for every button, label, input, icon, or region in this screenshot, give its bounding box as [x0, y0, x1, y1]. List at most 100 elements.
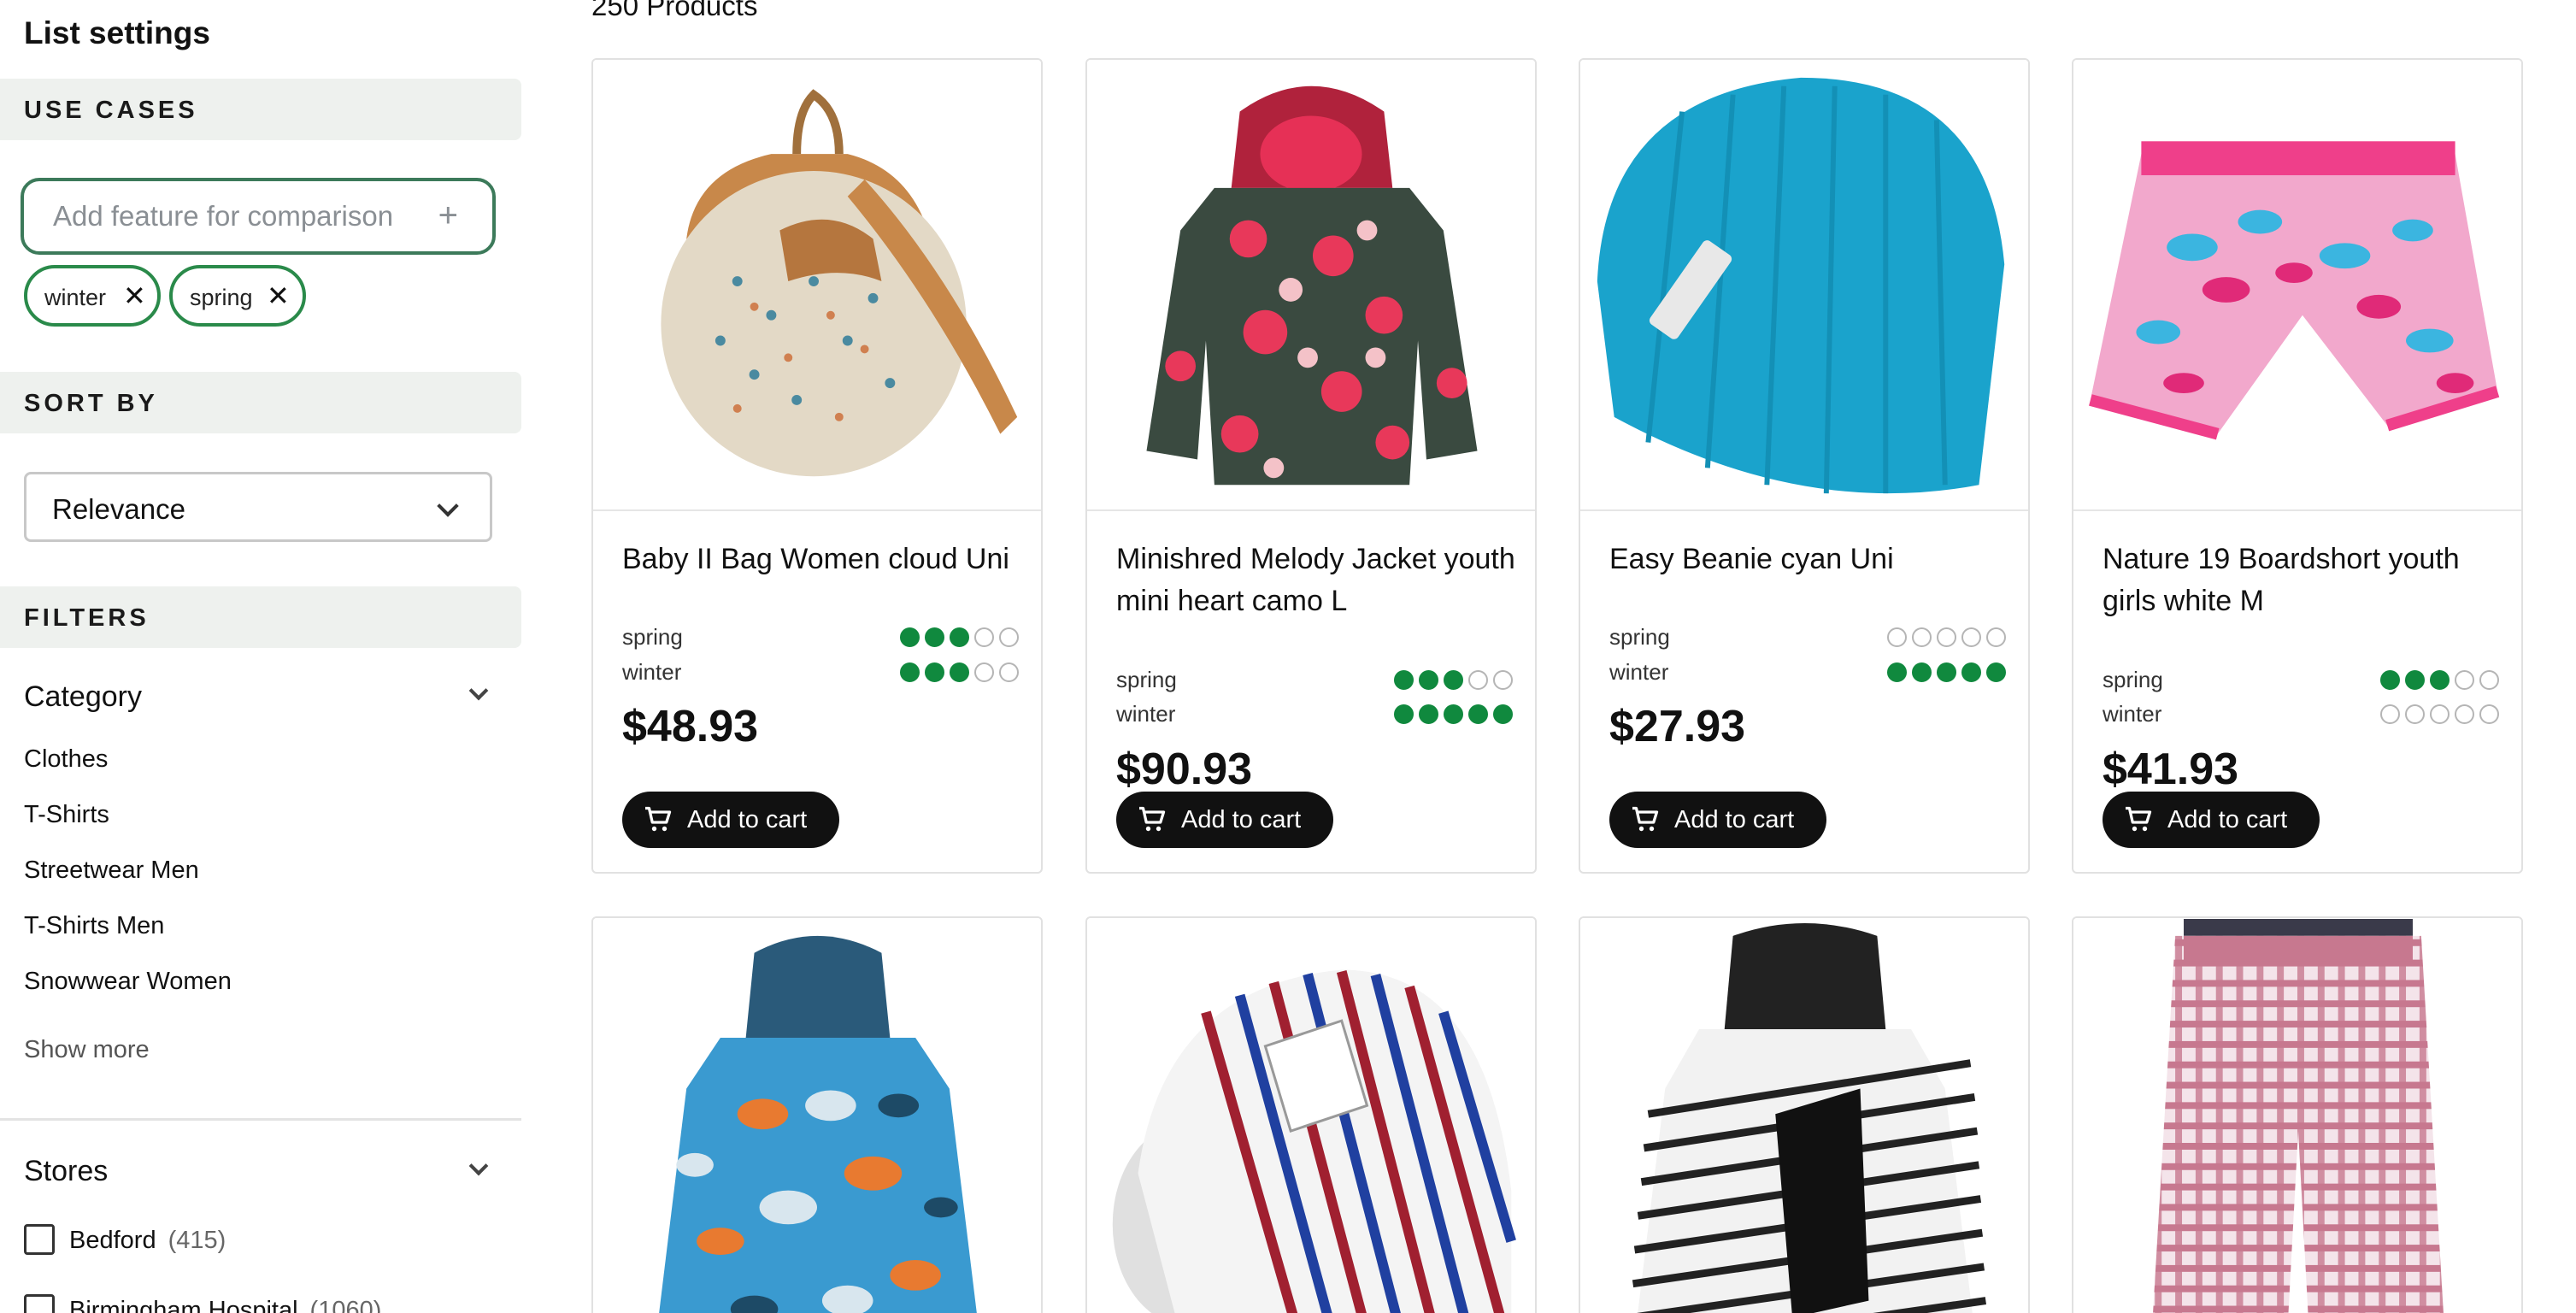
- category-filter-title[interactable]: Category: [24, 680, 142, 714]
- category-item-snowwear-women[interactable]: Snowwear Women: [24, 968, 232, 996]
- rating-dot-empty: [1986, 627, 2006, 647]
- feature-rating-row: winter: [1116, 698, 1513, 732]
- feature-label: spring: [2103, 667, 2163, 692]
- feature-input-placeholder: Add feature for comparison: [53, 200, 394, 232]
- cart-icon: [1632, 806, 1659, 832]
- rating-dot-empty: [2479, 704, 2499, 724]
- feature-label: winter: [622, 659, 682, 685]
- feature-rating-row: spring: [1609, 621, 2006, 655]
- product-card[interactable]: Baby II Bag Women cloud Uni spring winte…: [591, 58, 1043, 874]
- add-to-cart-label: Add to cart: [1181, 806, 1302, 833]
- product-card[interactable]: [1085, 916, 1537, 1313]
- rating-dot-filled: [950, 662, 969, 682]
- rating-dots: [1882, 627, 2006, 648]
- product-image-jacket-camo[interactable]: [593, 918, 1041, 1313]
- product-card[interactable]: [591, 916, 1043, 1313]
- product-card[interactable]: Easy Beanie cyan Uni spring winter $27.9…: [1579, 58, 2030, 874]
- filters-header-label: FILTERS: [24, 604, 150, 632]
- product-title[interactable]: Easy Beanie cyan Uni: [1609, 539, 2011, 580]
- rating-dot-empty: [2405, 704, 2425, 724]
- category-item-t-shirts-men[interactable]: T-Shirts Men: [24, 912, 164, 940]
- category-item-t-shirts[interactable]: T-Shirts: [24, 801, 109, 829]
- product-price: $90.93: [1116, 745, 1253, 794]
- feature-comparison-input[interactable]: Add feature for comparison +: [21, 178, 496, 255]
- add-to-cart-button[interactable]: Add to cart: [1609, 792, 1826, 848]
- product-image-boardshort[interactable]: [2073, 60, 2521, 511]
- add-to-cart-label: Add to cart: [687, 806, 808, 833]
- add-to-cart-button[interactable]: Add to cart: [2103, 792, 2320, 848]
- chip-spring[interactable]: spring ✕: [169, 265, 306, 327]
- rating-dot-filled: [1394, 704, 1414, 724]
- add-to-cart-label: Add to cart: [1674, 806, 1795, 833]
- rating-dot-filled: [2430, 670, 2450, 690]
- product-image-jacket-striped[interactable]: [1580, 918, 2028, 1313]
- sort-by-header-label: SORT BY: [24, 390, 158, 417]
- rating-dots: [895, 627, 1019, 648]
- use-cases-header-label: USE CASES: [24, 97, 198, 124]
- add-feature-icon[interactable]: +: [438, 198, 458, 233]
- rating-dot-filled: [900, 662, 920, 682]
- rating-dot-filled: [1887, 662, 1907, 682]
- category-item-streetwear-men[interactable]: Streetwear Men: [24, 857, 199, 885]
- product-image-beanie-cyan[interactable]: [1580, 60, 2028, 511]
- rating-dot-filled: [1444, 670, 1463, 690]
- product-title[interactable]: Baby II Bag Women cloud Uni: [622, 539, 1024, 580]
- rating-dot-filled: [2405, 670, 2425, 690]
- feature-label: spring: [1116, 667, 1177, 692]
- rating-dot-filled: [1394, 670, 1414, 690]
- divider: [0, 1118, 521, 1121]
- product-title[interactable]: Nature 19 Boardshort youth girls white M: [2103, 539, 2504, 622]
- rating-dot-filled: [1912, 662, 1932, 682]
- list-settings-title: List settings: [24, 15, 210, 50]
- chevron-down-icon[interactable]: [468, 1156, 489, 1176]
- product-card[interactable]: Nature 19 Boardshort youth girls white M…: [2072, 58, 2523, 874]
- feature-rating-row: spring: [2103, 663, 2499, 698]
- stores-filter-title[interactable]: Stores: [24, 1155, 108, 1188]
- rating-dots: [1882, 662, 2006, 683]
- add-to-cart-button[interactable]: Add to cart: [622, 792, 839, 848]
- rating-dot-filled: [1986, 662, 2006, 682]
- product-price: $27.93: [1609, 702, 1746, 751]
- product-title[interactable]: Minishred Melody Jacket youth mini heart…: [1116, 539, 1518, 622]
- product-price: $41.93: [2103, 745, 2239, 794]
- sort-select[interactable]: Relevance: [24, 472, 492, 542]
- rating-dot-empty: [2479, 670, 2499, 690]
- product-image-bag[interactable]: [593, 60, 1041, 511]
- feature-rating-row: winter: [2103, 698, 2499, 732]
- rating-dot-empty: [2455, 704, 2474, 724]
- rating-dot-empty: [1961, 627, 1981, 647]
- store-name: Birmingham Hospital: [69, 1297, 298, 1313]
- category-item-clothes[interactable]: Clothes: [24, 745, 108, 774]
- feature-label: winter: [2103, 701, 2162, 727]
- store-checkbox[interactable]: [24, 1294, 55, 1313]
- product-image-jacket-hearts[interactable]: [1087, 60, 1535, 511]
- product-card[interactable]: Minishred Melody Jacket youth mini heart…: [1085, 58, 1537, 874]
- product-image-shorts-plaid[interactable]: [2073, 918, 2521, 1313]
- close-icon[interactable]: ✕: [267, 282, 290, 309]
- show-more-link[interactable]: Show more: [24, 1036, 150, 1064]
- product-card[interactable]: [1579, 916, 2030, 1313]
- add-to-cart-button[interactable]: Add to cart: [1116, 792, 1333, 848]
- product-card[interactable]: [2072, 916, 2523, 1313]
- feature-label: winter: [1116, 701, 1176, 727]
- close-icon[interactable]: ✕: [123, 282, 146, 309]
- rating-dot-filled: [925, 627, 944, 647]
- product-image-beanie-striped[interactable]: [1087, 918, 1535, 1313]
- chevron-down-icon: [437, 495, 459, 517]
- store-count: (1060): [309, 1297, 382, 1313]
- store-checkbox[interactable]: [24, 1224, 55, 1255]
- chevron-down-icon[interactable]: [468, 680, 489, 701]
- cart-icon: [2126, 806, 2152, 832]
- rating-dots: [1389, 704, 1513, 725]
- rating-dots: [2375, 704, 2499, 725]
- rating-dot-empty: [999, 627, 1019, 647]
- feature-rating-row: winter: [622, 656, 1019, 690]
- rating-dot-filled: [1937, 662, 1956, 682]
- feature-label: winter: [1609, 659, 1669, 685]
- rating-dot-empty: [974, 627, 994, 647]
- rating-dot-filled: [925, 662, 944, 682]
- cart-icon: [1139, 806, 1166, 832]
- rating-dot-empty: [999, 662, 1019, 682]
- chip-winter[interactable]: winter ✕: [24, 265, 161, 327]
- rating-dot-filled: [2380, 670, 2400, 690]
